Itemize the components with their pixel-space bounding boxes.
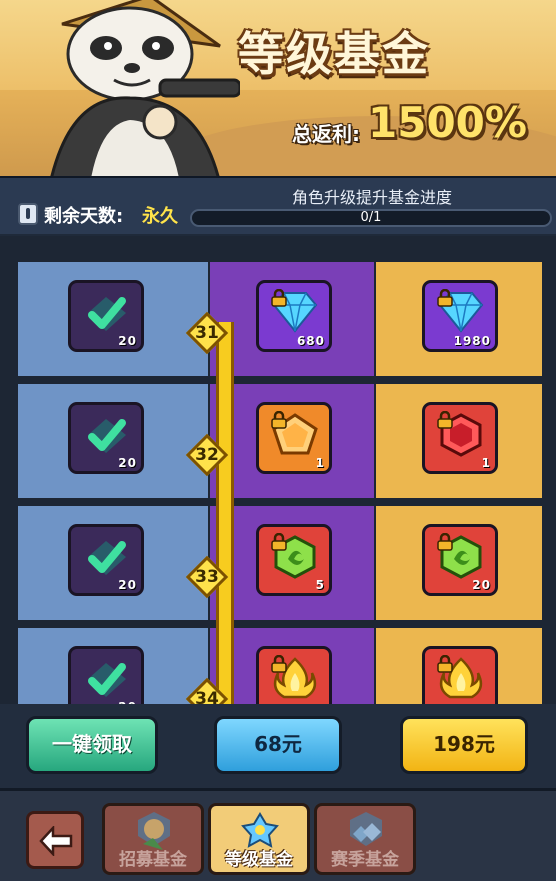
level-number: 33: [195, 567, 219, 587]
row-divider: [18, 620, 542, 628]
tier1-reward-item[interactable]: 680: [256, 280, 332, 352]
reward-row-32: 20 1 1: [18, 384, 542, 498]
lock-icon: [271, 533, 287, 551]
back-button[interactable]: [26, 811, 84, 869]
lock-icon: [271, 411, 287, 429]
free-reward-cell: 20: [18, 506, 208, 620]
tab-label: 招募基金: [119, 850, 187, 870]
tier1-reward-cell: 5: [210, 506, 374, 620]
tier1-reward-cell: [210, 628, 374, 704]
tier2-reward-cell: 1: [376, 384, 542, 498]
claim-all-button[interactable]: 一键领取: [26, 716, 158, 774]
level-marker: 31: [185, 311, 229, 355]
column-divider: [374, 262, 376, 704]
tier1-reward-item[interactable]: [256, 646, 332, 704]
total-return-label: 总返利:: [292, 122, 360, 146]
reward-row-33: 20 5 20: [18, 506, 542, 620]
free-reward-item[interactable]: 20: [68, 524, 144, 596]
reward-count: 1: [315, 456, 325, 470]
level-marker: 34: [185, 677, 229, 704]
tab-season-fund[interactable]: 赛季基金: [314, 803, 416, 875]
free-reward-cell: 20: [18, 384, 208, 498]
lock-icon: [271, 655, 287, 673]
tier2-reward-cell: [376, 628, 542, 704]
tier2-reward-item[interactable]: 20: [422, 524, 498, 596]
buy-198-button[interactable]: 198元: [400, 716, 528, 774]
lock-icon: [437, 533, 453, 551]
reward-row-31: 20 680 1980: [18, 262, 542, 376]
progress-text: 0/1: [360, 210, 382, 225]
tab-label: 赛季基金: [331, 850, 399, 870]
level-number: 31: [195, 323, 219, 343]
tab-recruit-fund[interactable]: 招募基金: [102, 803, 204, 875]
lock-icon: [437, 289, 453, 307]
panda-warrior-illustration: [50, 0, 240, 176]
total-return-value: 1500%: [368, 98, 527, 147]
tier1-reward-cell: 680: [210, 262, 374, 376]
free-reward-cell: 20: [18, 262, 208, 376]
free-reward-item[interactable]: 20: [68, 646, 144, 704]
action-bar: 一键领取 68元 198元: [0, 704, 556, 788]
reward-count: 20: [118, 456, 137, 470]
level-number: 32: [195, 445, 219, 465]
checkmark-icon: [88, 297, 126, 331]
buy-68-button[interactable]: 68元: [214, 716, 342, 774]
fund-info-bar: 剩余天数: 永久 角色升级提升基金进度 0/1: [0, 176, 556, 234]
fund-title: 等级基金: [238, 27, 430, 81]
reward-count: 680: [296, 334, 325, 348]
reward-count: 1: [481, 456, 491, 470]
row-divider: [18, 498, 542, 506]
reward-list[interactable]: 20 680 1980 20 1 1 20 5 20 31 32 33 34: [0, 236, 556, 704]
lock-icon: [437, 411, 453, 429]
checkmark-icon: [88, 663, 126, 697]
tab-label: 等级基金: [225, 850, 293, 870]
fund-banner: 等级基金 总返利: 1500%: [0, 0, 556, 176]
tab-level-fund[interactable]: 等级基金: [208, 803, 310, 875]
reward-count: 20: [472, 578, 491, 592]
back-arrow-icon: [39, 826, 73, 856]
progress-title: 角色升级提升基金进度: [291, 188, 452, 207]
level-marker: 33: [185, 555, 229, 599]
tier1-reward-item[interactable]: 5: [256, 524, 332, 596]
remaining-days-value: 永久: [142, 206, 178, 227]
free-reward-item[interactable]: 20: [68, 402, 144, 474]
checkmark-icon: [88, 419, 126, 453]
reward-count: 1980: [453, 334, 491, 348]
lock-icon: [437, 655, 453, 673]
info-icon[interactable]: [18, 203, 38, 225]
reward-count: 5: [315, 578, 325, 592]
tier1-reward-item[interactable]: 1: [256, 402, 332, 474]
tier2-reward-item[interactable]: 1: [422, 402, 498, 474]
tier2-reward-item[interactable]: 1980: [422, 280, 498, 352]
level-track: [216, 322, 234, 704]
fund-tab-bar: 招募基金 等级基金 赛季基金: [0, 788, 556, 881]
checkmark-icon: [88, 541, 126, 575]
lock-icon: [271, 289, 287, 307]
reward-count: 20: [118, 334, 137, 348]
tier1-reward-cell: 1: [210, 384, 374, 498]
level-number: 34: [195, 689, 219, 704]
tier2-reward-cell: 20: [376, 506, 542, 620]
free-reward-item[interactable]: 20: [68, 280, 144, 352]
tier2-reward-item[interactable]: [422, 646, 498, 704]
row-divider: [18, 376, 542, 384]
tier2-reward-cell: 1980: [376, 262, 542, 376]
reward-grid: 20 680 1980 20 1 1 20 5 20 31 32 33 34: [18, 262, 542, 704]
level-marker: 32: [185, 433, 229, 477]
reward-count: 20: [118, 578, 137, 592]
free-reward-cell: 20: [18, 628, 208, 704]
reward-row-34: 20: [18, 628, 542, 704]
remaining-days-label: 剩余天数:: [44, 206, 124, 227]
